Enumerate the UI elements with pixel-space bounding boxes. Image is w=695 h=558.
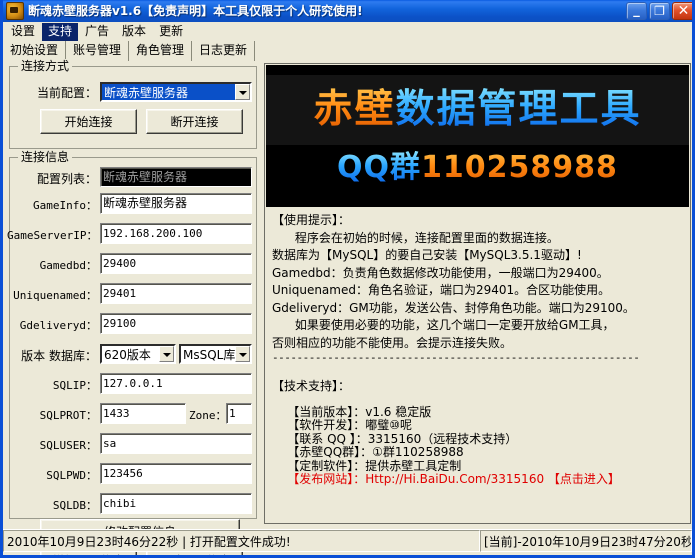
support-line-version: 【当前版本】：v1.6 稳定版 <box>272 406 683 420</box>
maximize-icon: ❐ <box>650 3 669 19</box>
config-list-listbox[interactable]: 断魂赤壁服务器 <box>100 167 252 187</box>
banner-title-orange: 赤壁 <box>313 87 395 132</box>
disconnect-button[interactable]: 断开连接 <box>146 109 243 134</box>
help-text-area: 【使用提示】： 程序会在初始的时候，连接配置里面的数据连接。 数据库为【MySQ… <box>266 208 689 523</box>
sqlip-label: SQLIP： <box>21 379 97 393</box>
support-line-qq-group: 【赤壁QQ群】：①群110258988 <box>272 446 683 460</box>
connection-info-title: 连接信息 <box>18 150 72 164</box>
support-line-qq: 【联系 QQ 】：3315160（远程技术支持） <box>272 433 683 447</box>
banner-title: 赤壁数据管理工具 <box>266 87 689 133</box>
connection-method-group: 连接方式 <box>9 66 257 149</box>
help-line: 程序会在初始的时候，连接配置里面的数据连接。 <box>272 230 683 248</box>
help-blank <box>272 364 683 378</box>
status-right-text: [当前]-2010年10月9日23时47分20秒 <box>480 530 692 552</box>
help-line: Gamedbd：负责角色数据修改功能使用，一般端口为29400。 <box>272 265 683 283</box>
gameserverip-label: GameServerIP： <box>7 229 97 243</box>
sqldb-label: SQLDB： <box>19 499 97 513</box>
right-panel: 赤壁数据管理工具 QQ群110258988 【使用提示】： 程序会在初始的时候，… <box>264 63 691 524</box>
gameinfo-label: GameInfo： <box>11 199 97 213</box>
tab-log-update[interactable]: 日志更新 <box>192 41 255 61</box>
gamedbd-input[interactable]: 29400 <box>100 253 252 274</box>
minimize-button[interactable]: _ <box>626 2 647 20</box>
gdeliveryd-input[interactable]: 29100 <box>100 313 252 334</box>
start-connect-button[interactable]: 开始连接 <box>40 109 137 134</box>
banner-qq-number: 110258988 <box>421 150 618 185</box>
sqldb-input[interactable]: chibi <box>100 493 252 514</box>
help-line: Uniquenamed：角色名验证，端口为29401。合区功能使用。 <box>272 282 683 300</box>
menu-item-update[interactable]: 更新 <box>153 23 189 41</box>
banner-qq-prefix: QQ群 <box>337 150 421 185</box>
menu-item-support[interactable]: 支持 <box>42 23 78 41</box>
current-config-combo[interactable]: 断魂赤壁服务器 <box>100 82 252 102</box>
left-panel: 连接方式 当前配置： 断魂赤壁服务器 开始连接 断开连接 连接信息 配置列表： … <box>7 62 259 524</box>
tab-account-management[interactable]: 账号管理 <box>66 41 129 61</box>
sqluser-label: SQLUSER： <box>11 439 97 453</box>
help-line: 否则相应的功能不能使用。会提示连接失败。 <box>272 335 683 353</box>
config-list-label: 配置列表： <box>13 172 97 186</box>
window-controls: _ ❐ ✕ <box>626 2 695 20</box>
maximize-button[interactable]: ❐ <box>649 2 670 20</box>
zone-input[interactable]: 1 <box>226 403 252 424</box>
close-button[interactable]: ✕ <box>672 2 695 20</box>
tab-initial-settings[interactable]: 初始设置 <box>3 41 66 61</box>
menu-item-version[interactable]: 版本 <box>116 23 152 41</box>
help-line: Gdeliveryd：GM功能，发送公告、封停角色功能。端口为29100。 <box>272 300 683 318</box>
app-icon <box>6 2 24 20</box>
version-combo[interactable]: 620版本 <box>100 344 176 364</box>
menu-item-ads[interactable]: 广告 <box>79 23 115 41</box>
version-value: 620版本 <box>102 346 159 362</box>
banner-qq-line: QQ群110258988 <box>266 150 689 186</box>
list-item[interactable]: 断魂赤壁服务器 <box>101 168 251 185</box>
sqlpwd-input[interactable]: 123456 <box>100 463 252 484</box>
help-separator: ----------------------------------------… <box>272 352 683 364</box>
version-database-label: 版本 数据库： <box>15 349 97 363</box>
status-left-text: 2010年10月9日23时46分22秒 | 打开配置文件成功! <box>3 530 480 552</box>
banner-title-blue: 数据管理工具 <box>396 87 642 132</box>
chevron-down-icon[interactable] <box>235 346 250 362</box>
application-window: 断魂赤壁服务器v1.6【免责声明】本工具仅限于个人研究使用! _ ❐ ✕ 设置 … <box>0 0 695 558</box>
zone-label: Zone： <box>189 409 225 423</box>
support-line-custom: 【定制软件】：提供赤壁工具定制 <box>272 460 683 474</box>
tab-strip: 初始设置 账号管理 角色管理 日志更新 <box>3 41 692 61</box>
gamedbd-label: Gamedbd： <box>11 259 97 273</box>
connection-method-title: 连接方式 <box>18 59 72 73</box>
title-bar: 断魂赤壁服务器v1.6【免责声明】本工具仅限于个人研究使用! _ ❐ ✕ <box>3 0 695 22</box>
help-line: 数据库为【MySQL】的要自己安装【MySQL3.5.1驱动】! <box>272 247 683 265</box>
sqluser-input[interactable]: sa <box>100 433 252 454</box>
close-icon: ✕ <box>673 3 694 19</box>
sqlpwd-label: SQLPWD： <box>15 469 97 483</box>
help-blank <box>272 396 683 406</box>
window-title: 断魂赤壁服务器v1.6【免责声明】本工具仅限于个人研究使用! <box>28 0 363 22</box>
uniquenamed-label: Uniquenamed： <box>9 289 97 303</box>
minimize-icon: _ <box>627 3 646 19</box>
sqlprot-input[interactable]: 1433 <box>100 403 186 424</box>
menu-item-settings[interactable]: 设置 <box>5 23 41 41</box>
current-config-value: 断魂赤壁服务器 <box>102 84 235 100</box>
gameinfo-input[interactable]: 断魂赤壁服务器 <box>100 193 252 214</box>
banner: 赤壁数据管理工具 QQ群110258988 <box>266 65 689 207</box>
gameserverip-input[interactable]: 192.168.200.100 <box>100 223 252 244</box>
chevron-down-icon[interactable] <box>235 84 250 100</box>
sqlip-input[interactable]: 127.0.0.1 <box>100 373 252 394</box>
menu-bar: 设置 支持 广告 版本 更新 <box>3 22 692 41</box>
database-value: MsSQL库 <box>181 346 235 362</box>
support-line-website[interactable]: 【发布网站】：Http://Hi.BaiDu.Com/3315160 【点击进入… <box>272 473 683 487</box>
chevron-down-icon[interactable] <box>159 346 174 362</box>
help-line: 如果要使用必要的功能，这几个端口一定要开放给GM工具， <box>272 317 683 335</box>
help-line: 【使用提示】： <box>272 212 683 230</box>
uniquenamed-input[interactable]: 29401 <box>100 283 252 304</box>
status-bar: 2010年10月9日23时46分22秒 | 打开配置文件成功! [当前]-201… <box>3 529 692 552</box>
support-title: 【技术支持】： <box>272 378 683 396</box>
current-config-label: 当前配置： <box>21 86 97 100</box>
sqlprot-label: SQLPROT： <box>11 409 97 423</box>
support-line-developer: 【软件开发】：嘟璧⑩呢 <box>272 419 683 433</box>
tab-role-management[interactable]: 角色管理 <box>129 41 192 61</box>
gdeliveryd-label: Gdeliveryd： <box>9 319 97 333</box>
database-combo[interactable]: MsSQL库 <box>179 344 252 364</box>
